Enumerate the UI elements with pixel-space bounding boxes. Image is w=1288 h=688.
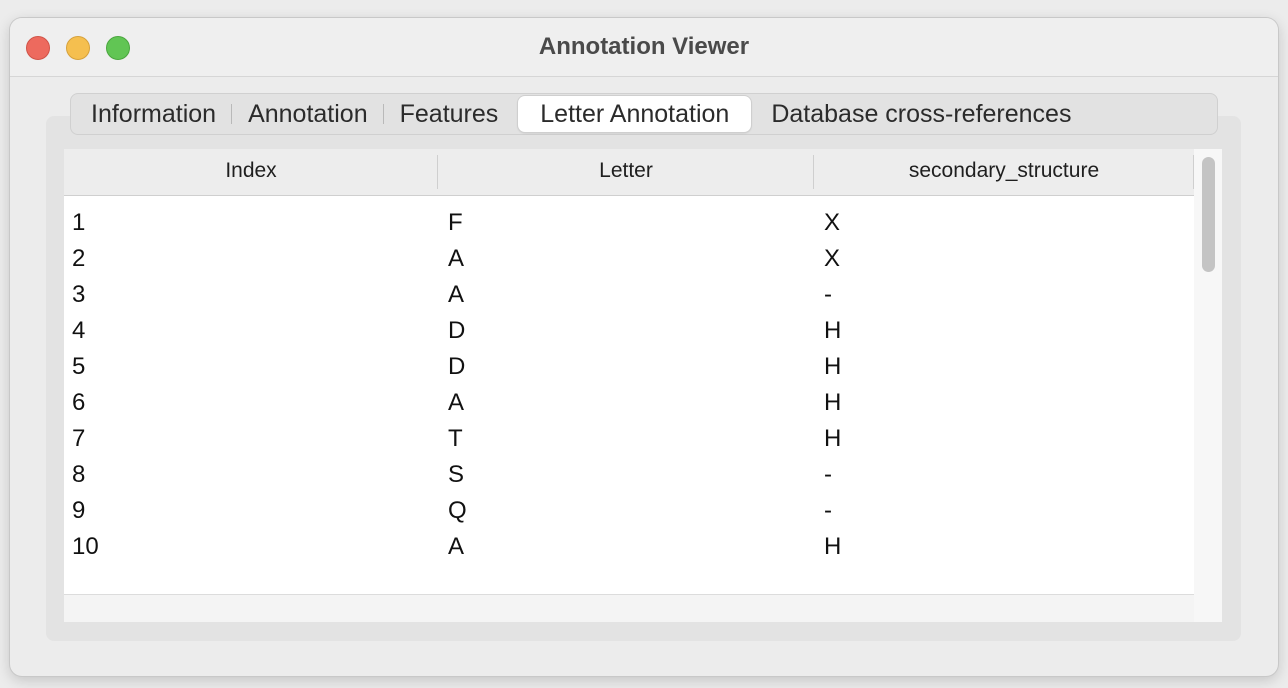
- cell-index: 10: [72, 533, 99, 560]
- cell-secondary-structure: H: [824, 317, 842, 344]
- table-row[interactable]: 8 S -: [64, 457, 1194, 493]
- table-row[interactable]: 7 T H: [64, 421, 1194, 457]
- cell-letter: F: [448, 209, 463, 236]
- table-row[interactable]: 2 A X: [64, 241, 1194, 277]
- tab-information[interactable]: Information: [75, 96, 233, 132]
- table-row[interactable]: 4 D H: [64, 313, 1194, 349]
- cell-index: 3: [72, 281, 86, 308]
- zoom-window-button[interactable]: [106, 36, 130, 60]
- tab-bar: Information Annotation Features Letter A…: [70, 93, 1218, 135]
- table-row[interactable]: 5 D H: [64, 349, 1194, 385]
- tab-database-cross-references[interactable]: Database cross-references: [755, 96, 1087, 132]
- column-header-secondary-structure[interactable]: secondary_structure: [814, 149, 1194, 195]
- cell-index: 8: [72, 461, 86, 488]
- table-body: 1 F X 2 A X 3 A - 4 D H 5 D H 6 A H 7 T …: [64, 205, 1194, 565]
- cell-secondary-structure: H: [824, 425, 842, 452]
- table-row[interactable]: 1 F X: [64, 205, 1194, 241]
- vertical-scrollbar[interactable]: [1194, 149, 1222, 622]
- cell-index: 1: [72, 209, 86, 236]
- window-title: Annotation Viewer: [538, 33, 750, 60]
- cell-letter: Q: [448, 497, 467, 524]
- cell-secondary-structure: -: [824, 461, 832, 488]
- table-row[interactable]: 9 Q -: [64, 493, 1194, 529]
- cell-letter: D: [448, 317, 466, 344]
- table-header: Index Letter secondary_structure: [64, 149, 1194, 196]
- column-header-index[interactable]: Index: [64, 149, 438, 195]
- cell-index: 4: [72, 317, 86, 344]
- cell-index: 9: [72, 497, 86, 524]
- cell-secondary-structure: H: [824, 389, 842, 416]
- cell-letter: D: [448, 353, 466, 380]
- cell-letter: S: [448, 461, 465, 488]
- table-row[interactable]: 3 A -: [64, 277, 1194, 313]
- cell-index: 7: [72, 425, 86, 452]
- close-window-button[interactable]: [26, 36, 50, 60]
- cell-index: 2: [72, 245, 86, 272]
- tab-annotation[interactable]: Annotation: [232, 96, 384, 132]
- column-header-letter[interactable]: Letter: [438, 149, 814, 195]
- cell-index: 5: [72, 353, 86, 380]
- cell-index: 6: [72, 389, 86, 416]
- cell-letter: A: [448, 245, 465, 272]
- cell-letter: A: [448, 281, 465, 308]
- cell-secondary-structure: H: [824, 533, 842, 560]
- table-row[interactable]: 10 A H: [64, 529, 1194, 565]
- cell-letter: A: [448, 533, 465, 560]
- cell-secondary-structure: -: [824, 497, 832, 524]
- annotation-viewer-window: Annotation Viewer Information Annotation…: [10, 18, 1278, 676]
- title-bar: Annotation Viewer: [10, 18, 1278, 77]
- cell-letter: A: [448, 389, 465, 416]
- letter-annotation-table: Index Letter secondary_structure 1 F X 2…: [64, 149, 1194, 622]
- tab-features[interactable]: Features: [384, 96, 515, 132]
- cell-letter: T: [448, 425, 463, 452]
- cell-secondary-structure: H: [824, 353, 842, 380]
- table-row[interactable]: 6 A H: [64, 385, 1194, 421]
- vertical-scrollbar-thumb[interactable]: [1202, 157, 1215, 272]
- cell-secondary-structure: X: [824, 245, 841, 272]
- tab-letter-annotation[interactable]: Letter Annotation: [518, 96, 752, 132]
- horizontal-scrollbar[interactable]: [64, 594, 1194, 622]
- minimize-window-button[interactable]: [66, 36, 90, 60]
- cell-secondary-structure: X: [824, 209, 841, 236]
- cell-secondary-structure: -: [824, 281, 832, 308]
